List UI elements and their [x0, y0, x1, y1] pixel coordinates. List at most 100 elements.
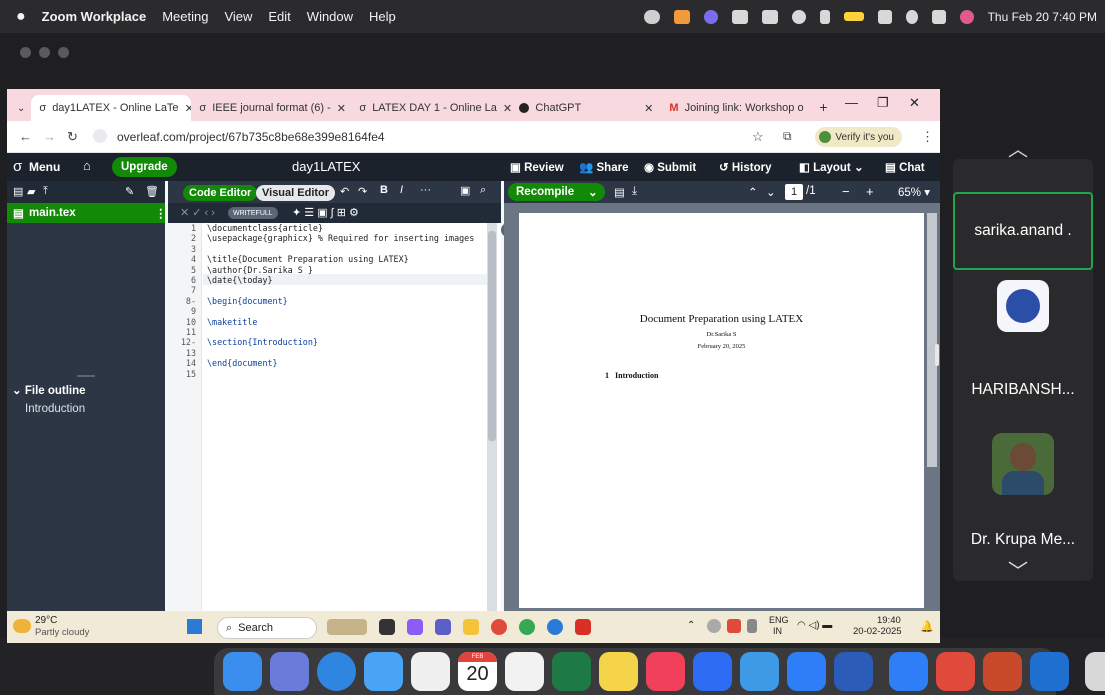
code-line[interactable]: \date{\today}	[207, 275, 273, 285]
more-icon[interactable]: ···	[420, 184, 431, 196]
share-button[interactable]: 👥 Share	[579, 160, 628, 174]
phone-icon[interactable]	[819, 9, 830, 24]
file-menu-icon[interactable]: ⋮	[155, 206, 167, 220]
wifi-icon[interactable]	[877, 9, 892, 24]
download-pdf-icon[interactable]: ▤	[614, 185, 625, 199]
review-button[interactable]: ▣ Review	[510, 160, 564, 174]
weather-desc[interactable]: Partly cloudy	[35, 627, 89, 638]
chrome-icon[interactable]	[519, 619, 535, 635]
app-icon[interactable]	[407, 619, 423, 635]
pdf-scrollbar[interactable]	[927, 213, 937, 467]
chevron-down-icon[interactable]: ﹀	[1008, 555, 1028, 584]
redo-icon[interactable]: ↷	[358, 185, 367, 198]
close-tab-icon[interactable]: ✕	[644, 102, 653, 115]
upgrade-button[interactable]: Upgrade	[112, 157, 177, 177]
menu-edit[interactable]: Edit	[268, 9, 290, 24]
safari-icon[interactable]	[317, 652, 356, 691]
code-editor-toggle[interactable]: Code Editor	[183, 185, 258, 201]
notes-icon[interactable]	[599, 652, 638, 691]
symbol-palette-icon[interactable]: ▣	[460, 184, 470, 197]
visual-editor-toggle[interactable]: Visual Editor	[256, 185, 336, 201]
reload-icon[interactable]: ↻	[67, 129, 78, 145]
mail-icon[interactable]	[364, 652, 403, 691]
powerpoint-icon[interactable]	[983, 652, 1022, 691]
reminders-icon[interactable]	[505, 652, 544, 691]
chat-button[interactable]: ▤ Chat	[885, 160, 925, 174]
code-line[interactable]: \author{Dr.Sarika S }	[207, 265, 313, 275]
edge-icon[interactable]	[547, 619, 563, 635]
zoom-out-icon[interactable]: −	[842, 184, 850, 199]
file-explorer-icon[interactable]	[463, 619, 479, 635]
extensions-icon[interactable]: ⧉	[783, 129, 792, 144]
participant-name[interactable]: HARIBANSH...	[953, 381, 1093, 399]
app-store-icon[interactable]	[787, 652, 826, 691]
menu-app-name[interactable]: Zoom Workplace	[42, 9, 147, 24]
pdf-page[interactable]: Document Preparation using LATEX Dr.Sari…	[519, 213, 924, 608]
close-window-button[interactable]	[20, 47, 31, 58]
excel-icon[interactable]	[552, 652, 591, 691]
teams-icon[interactable]	[435, 619, 451, 635]
code-line[interactable]: \begin{document}	[207, 296, 288, 306]
layout-button[interactable]: ◧ Layout ⌄	[799, 160, 864, 174]
language-region[interactable]: IN	[773, 626, 782, 636]
code-line[interactable]: \usepackage{graphicx} % Required for ins…	[207, 233, 474, 243]
menu-meeting[interactable]: Meeting	[162, 9, 208, 24]
close-tab-icon[interactable]: ✕	[503, 102, 511, 115]
upload-icon[interactable]: ⤒	[43, 185, 48, 198]
photos-icon[interactable]	[411, 652, 450, 691]
zoom-in-icon[interactable]: +	[866, 184, 874, 199]
menu-window[interactable]: Window	[307, 9, 353, 24]
finder-icon[interactable]	[223, 652, 262, 691]
taskbar-time[interactable]: 19:40	[877, 615, 901, 626]
writefull-tools-icon[interactable]: ✦ ☰ ▣ ∫ ⊞ ⚙	[292, 206, 359, 219]
previous-page-icon[interactable]: ⌃	[748, 185, 758, 199]
back-icon[interactable]: ←	[19, 129, 32, 144]
microphone-icon[interactable]	[673, 9, 690, 24]
submit-button[interactable]: ◉ Submit	[644, 160, 696, 174]
weather-temp[interactable]: 29°C	[35, 615, 57, 626]
cloud-icon[interactable]	[643, 9, 660, 24]
site-info-icon[interactable]	[93, 129, 107, 143]
copilot-widget-icon[interactable]	[327, 619, 367, 635]
acrobat-icon[interactable]	[575, 619, 591, 635]
rename-icon[interactable]: ✎	[125, 185, 134, 198]
verify-button[interactable]: Verify it's you	[815, 127, 902, 147]
bluetooth-icon[interactable]	[889, 652, 928, 691]
menu-button[interactable]: Menu	[29, 160, 60, 174]
download-icon[interactable]: ⤓	[632, 185, 637, 198]
outlook-icon[interactable]	[1030, 652, 1069, 691]
code-line[interactable]: \section{Introduction}	[207, 337, 318, 347]
zoom-app-icon[interactable]	[693, 652, 732, 691]
calendar-icon[interactable]: FEB 20	[458, 652, 497, 691]
zoom-icon[interactable]	[703, 9, 718, 24]
notification-bell-icon[interactable]: 🔔	[920, 620, 934, 633]
network-volume-icon[interactable]: ◠ ◁) ▬	[797, 620, 832, 631]
display-icon[interactable]	[761, 9, 778, 24]
minimize-browser-button[interactable]: —	[845, 95, 858, 110]
tray-icon[interactable]	[707, 619, 721, 633]
tab-latex-day1[interactable]: σ LATEX DAY 1 - Online La ✕	[351, 95, 511, 121]
language-indicator[interactable]: ENG	[769, 615, 789, 625]
usb-icon[interactable]	[747, 619, 757, 633]
editor-scroll-thumb[interactable]	[488, 231, 496, 441]
tab-overleaf-day1[interactable]: σ day1LATEX - Online LaTe ✕	[31, 95, 192, 121]
undo-icon[interactable]: ↶	[340, 185, 349, 198]
search-icon[interactable]	[905, 9, 918, 24]
close-icon[interactable]: ✕ ✓ ‹ ›	[180, 206, 215, 219]
taskbar-date[interactable]: 20-02-2025	[853, 626, 902, 637]
chevron-down-icon[interactable]: ⌄	[588, 185, 598, 199]
next-page-icon[interactable]: ⌄	[766, 185, 776, 199]
tab-gmail-joining[interactable]: M Joining link: Workshop o ✕	[661, 95, 811, 121]
code-line[interactable]: \maketitle	[207, 317, 257, 327]
home-icon[interactable]: ⌂	[83, 158, 91, 173]
writefull-badge[interactable]: WRITEFULL	[228, 207, 278, 219]
tab-ieee-format[interactable]: σ IEEE journal format (6) - ✕	[191, 95, 351, 121]
screenshot-icon[interactable]	[731, 9, 748, 24]
battery-icon[interactable]	[843, 12, 864, 21]
taskbar-search[interactable]: ⌕ Search	[217, 617, 317, 639]
page-number-input[interactable]: 1	[785, 184, 803, 200]
resize-handle[interactable]	[935, 344, 939, 366]
zoom-level[interactable]: 65% ▾	[898, 185, 930, 199]
close-browser-button[interactable]: ✕	[909, 95, 920, 111]
word-icon[interactable]	[834, 652, 873, 691]
